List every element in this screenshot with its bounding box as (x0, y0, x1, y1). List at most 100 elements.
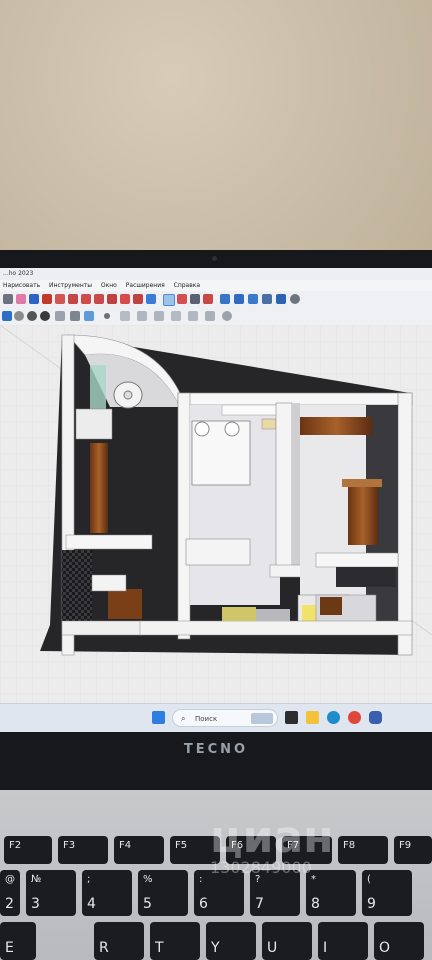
tiled-floor (62, 550, 92, 630)
windows-taskbar: ⌕ Поиск (0, 703, 432, 732)
partition-shadow (292, 403, 300, 573)
extension-manager-icon[interactable] (262, 294, 272, 304)
bottom-wall (139, 620, 413, 636)
right-view-icon[interactable] (154, 311, 164, 321)
top-view-icon[interactable] (120, 311, 130, 321)
menu-tools[interactable]: Инструменты (49, 282, 92, 289)
wood-cube (320, 597, 342, 615)
glass-panel (90, 365, 106, 413)
menu-bar: Нарисовать Инструменты Окно Расширения С… (0, 280, 432, 291)
front-view-icon[interactable] (137, 311, 147, 321)
back-edges-icon[interactable] (14, 311, 24, 321)
eraser-icon[interactable] (16, 294, 26, 304)
pan-icon[interactable] (177, 294, 187, 304)
protractor-icon[interactable] (120, 294, 130, 304)
wall-background (0, 0, 432, 262)
push-pull-icon[interactable] (42, 294, 52, 304)
xray-icon[interactable] (2, 311, 12, 321)
key-f4[interactable]: F4 (114, 836, 164, 864)
tape-measure-icon[interactable] (107, 294, 117, 304)
key-f9[interactable]: F9 (394, 836, 432, 864)
floor-plan-model (0, 325, 432, 703)
key-3[interactable]: № 3 (26, 870, 76, 916)
hidden-line-icon[interactable] (40, 311, 50, 321)
move-tool-icon[interactable] (55, 294, 65, 304)
pillow-left (194, 421, 210, 437)
views-toolbar (0, 308, 432, 326)
rotate-tool-icon[interactable] (68, 294, 78, 304)
key-o[interactable]: O (374, 922, 424, 960)
file-explorer-icon[interactable] (306, 711, 319, 724)
account-icon[interactable] (290, 294, 300, 304)
paint-bucket-icon[interactable] (146, 294, 156, 304)
menu-draw[interactable]: Нарисовать (3, 282, 40, 289)
doorway (256, 609, 290, 621)
key-5[interactable]: % 5 (138, 870, 188, 916)
scale-tool-icon[interactable] (81, 294, 91, 304)
wood-wardrobe (90, 443, 108, 533)
search-highlight-image (251, 713, 273, 724)
cloud-icon[interactable] (222, 311, 232, 321)
offset-tool-icon[interactable] (94, 294, 104, 304)
monochrome-icon[interactable] (84, 311, 94, 321)
corridor-counter (65, 534, 153, 550)
edge-browser-icon[interactable] (327, 711, 340, 724)
pillow-right (224, 421, 240, 437)
wood-beam-top (300, 417, 372, 435)
wood-shelf (108, 589, 142, 619)
right-shelf-dark (336, 567, 396, 587)
share-model-icon[interactable] (276, 294, 286, 304)
orbit-icon[interactable] (163, 294, 175, 306)
menu-extensions[interactable]: Расширения (126, 282, 165, 289)
watermark-logo: циан (210, 812, 334, 863)
key-e[interactable]: E (0, 922, 36, 960)
section-plane-icon[interactable] (205, 311, 215, 321)
laptop-screen: ...ho 2023 Нарисовать Инструменты Окно Р… (0, 268, 432, 732)
left-view-icon[interactable] (188, 311, 198, 321)
menu-help[interactable]: Справка (174, 282, 200, 289)
layout-icon[interactable] (248, 294, 258, 304)
wood-cabinet (348, 483, 378, 545)
key-r[interactable]: R (94, 922, 144, 960)
window-title: ...ho 2023 (0, 268, 432, 280)
model-viewport[interactable] (0, 325, 432, 703)
bedroom-ceiling-beam (221, 404, 281, 416)
menu-window[interactable]: Окно (101, 282, 117, 289)
bedroom-left-wall (177, 392, 191, 640)
sketchup-icon[interactable] (369, 711, 382, 724)
bedroom-sill (185, 538, 251, 566)
select-tool-icon[interactable] (3, 294, 13, 304)
nightstand (261, 418, 277, 430)
corridor-bench (91, 574, 127, 592)
shaded-icon[interactable] (55, 311, 65, 321)
watermark: циан 1302849000 (190, 800, 390, 890)
windows-start-icon[interactable] (152, 711, 165, 724)
task-view-icon[interactable] (285, 711, 298, 724)
key-t[interactable]: T (150, 922, 200, 960)
search-placeholder: Поиск (195, 715, 218, 723)
partition-wall (275, 402, 293, 574)
warehouse-icon[interactable] (220, 294, 230, 304)
key-2[interactable]: @2 (0, 870, 20, 916)
zoom-icon[interactable] (190, 294, 200, 304)
zoom-extents-icon[interactable] (203, 294, 213, 304)
iso-view-icon[interactable] (104, 313, 110, 319)
key-i[interactable]: I (318, 922, 368, 960)
taskbar-search[interactable]: ⌕ Поиск (172, 709, 278, 727)
key-f3[interactable]: F3 (58, 836, 108, 864)
corridor-cabinet-top (75, 408, 113, 440)
line-tool-icon[interactable] (29, 294, 39, 304)
back-view-icon[interactable] (171, 311, 181, 321)
right-shelf (315, 552, 399, 568)
text-tool-icon[interactable] (133, 294, 143, 304)
chrome-icon[interactable] (348, 711, 361, 724)
wireframe-icon[interactable] (27, 311, 37, 321)
camera (212, 256, 217, 261)
extension-warehouse-icon[interactable] (234, 294, 244, 304)
key-u[interactable]: U (262, 922, 312, 960)
lower-left-wall (61, 620, 143, 636)
key-f2[interactable]: F2 (4, 836, 52, 864)
key-y[interactable]: Y (206, 922, 256, 960)
key-4[interactable]: ; 4 (82, 870, 132, 916)
textured-icon[interactable] (70, 311, 80, 321)
